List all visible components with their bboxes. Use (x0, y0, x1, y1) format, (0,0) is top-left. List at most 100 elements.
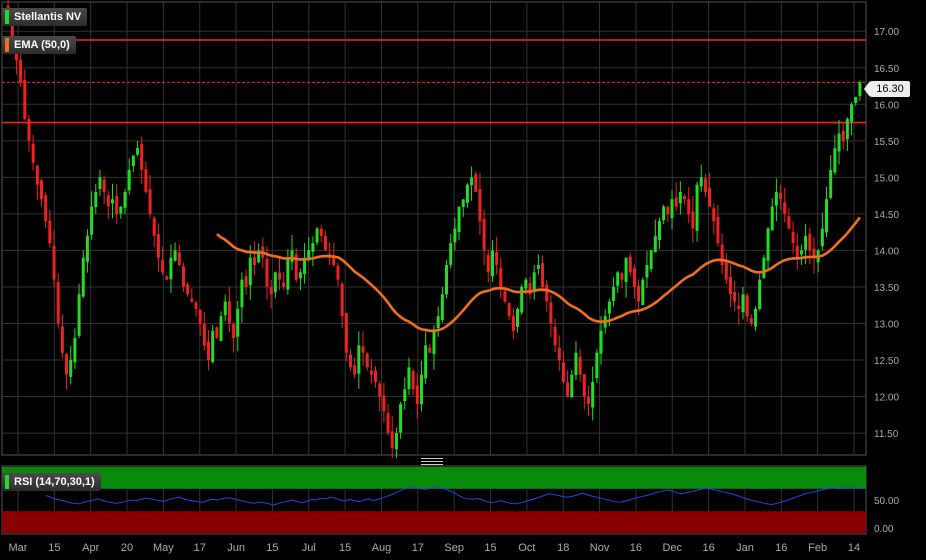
candle-body (165, 276, 169, 280)
candle-body (524, 279, 528, 289)
candle-body (98, 177, 102, 190)
time-tick-label: 16 (702, 542, 714, 554)
candle-body (265, 258, 269, 287)
ema-label[interactable]: EMA (50,0) (2, 36, 76, 54)
candle-body (728, 276, 732, 295)
candle-body (695, 184, 699, 231)
candle-body (666, 206, 670, 214)
candle-body (361, 346, 365, 353)
time-tick-label: Apr (82, 542, 99, 554)
candle-body (311, 243, 315, 252)
candle-body (340, 283, 344, 317)
candle-body (825, 199, 829, 233)
candle-body (27, 118, 31, 141)
candle-body (599, 330, 603, 354)
candle-body (829, 170, 833, 198)
candle-body (783, 202, 787, 214)
candle-body (445, 265, 449, 295)
time-tick-label: 16 (630, 542, 642, 554)
candle-body (69, 360, 73, 377)
candle-body (737, 305, 741, 309)
candle-body (207, 341, 211, 361)
time-tick-label: May (153, 542, 174, 554)
candle-body (578, 356, 582, 375)
candle-body (298, 272, 302, 279)
candle-body (140, 143, 144, 171)
price-tick-label: 14.50 (874, 210, 899, 221)
candle-body (804, 235, 808, 250)
candle-body (461, 199, 465, 207)
candle-body (712, 208, 716, 222)
candle-body (394, 433, 398, 450)
candle-body (382, 395, 386, 412)
candle-body (432, 330, 436, 355)
candle-body (499, 268, 503, 287)
candle-body (616, 272, 620, 286)
candle-body (390, 431, 394, 448)
time-tick-label: Nov (590, 542, 610, 554)
candle-body (332, 257, 336, 266)
candle-body (662, 206, 666, 221)
candle-body (56, 281, 60, 324)
candle-body (607, 301, 611, 314)
candle-body (507, 303, 511, 317)
price-tick-label: 15.50 (874, 137, 899, 148)
chart-canvas: 11.50 12.00 12.50 13.00 13.50 14.00 14.50 15.00… (1, 0, 899, 554)
candle-body (758, 279, 762, 309)
candle-body (766, 228, 770, 261)
candle-body (516, 308, 520, 327)
time-tick-label: Dec (662, 542, 682, 554)
candle-body (148, 189, 152, 214)
candle-body (482, 218, 486, 251)
candle-body (457, 206, 461, 233)
candle-body (449, 243, 453, 265)
candle-body (595, 352, 599, 379)
rsi-tick-label: 50.00 (874, 496, 899, 507)
candle-body (190, 298, 194, 302)
candle-body (624, 257, 628, 282)
candle-body (703, 178, 707, 192)
candle-body (465, 184, 469, 203)
rsi-label[interactable]: RSI (14,70,30,1) (2, 473, 101, 491)
candle-body (244, 276, 248, 287)
candle-body (503, 291, 507, 302)
candle-body (716, 216, 720, 244)
time-tick-label: Oct (518, 542, 535, 554)
price-tick-label: 16.00 (874, 100, 899, 111)
last-price-tag: 16.30 (864, 81, 910, 97)
panel-splitter-handle[interactable] (421, 458, 443, 465)
candle-body (252, 257, 256, 266)
candle-body (123, 191, 127, 208)
candle-body (202, 323, 206, 346)
time-tick-label: 17 (194, 542, 206, 554)
candle-body (198, 309, 202, 324)
price-tick-label: 12.00 (874, 393, 899, 404)
time-tick-label: 15 (266, 542, 278, 554)
candle-body (403, 389, 407, 401)
candle-body (315, 228, 319, 243)
candle-body (657, 221, 661, 240)
candle-body (532, 272, 536, 292)
candle-body (683, 196, 687, 200)
candle-body (119, 206, 123, 214)
candle-body (19, 59, 23, 83)
candle-body (486, 254, 490, 273)
candle-body (641, 279, 645, 306)
candle-body (286, 257, 290, 290)
candle-body (779, 192, 783, 200)
candle-body (791, 231, 795, 244)
price-tick-label: 16.50 (874, 64, 899, 75)
candle-body (720, 244, 724, 266)
rsi-axis: 0.00 50.00 (874, 496, 899, 535)
candle-body (799, 250, 803, 255)
candle-body (77, 294, 81, 336)
candle-body (60, 326, 64, 353)
instrument-label[interactable]: Stellantis NV (2, 8, 88, 26)
rsi-oversold-zone (2, 511, 866, 533)
candle-body (177, 252, 181, 266)
candle-body (762, 257, 766, 279)
candle-body (136, 148, 140, 155)
candle-body (369, 370, 373, 375)
time-tick-label: Feb (808, 542, 827, 554)
candle-body (428, 347, 432, 353)
